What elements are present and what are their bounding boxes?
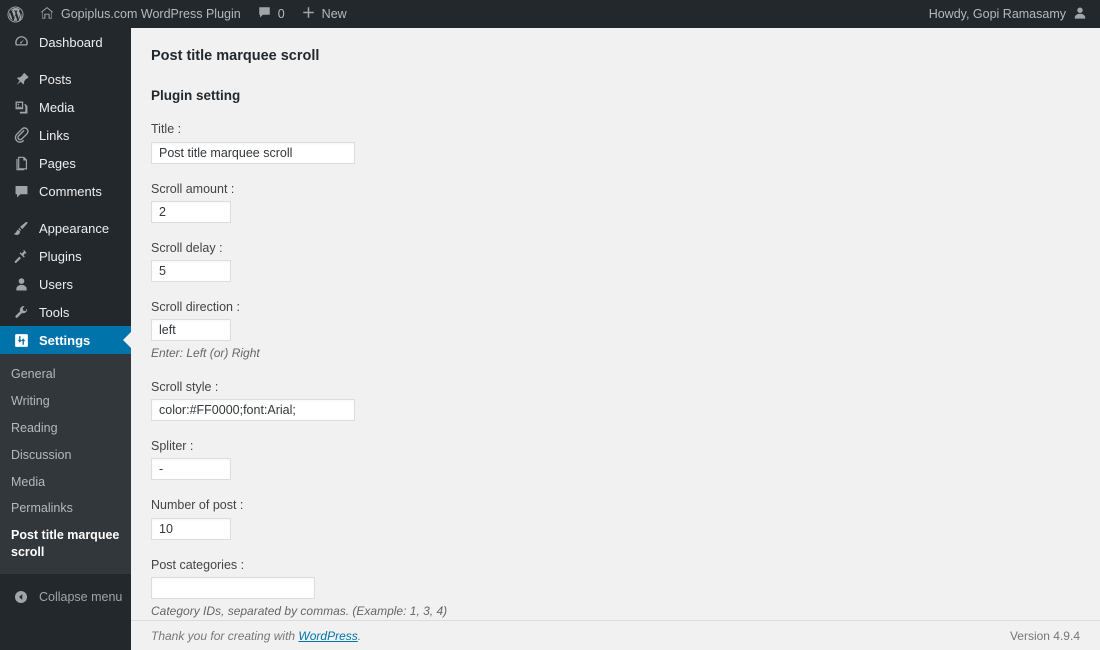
number-of-post-label: Number of post : — [151, 498, 244, 513]
comments-menu[interactable]: 0 — [249, 0, 293, 28]
admin-footer: Thank you for creating with WordPress. V… — [131, 620, 1100, 650]
site-name-label: Gopiplus.com WordPress Plugin — [61, 7, 241, 21]
sidebar-item-appearance[interactable]: Appearance — [0, 214, 131, 242]
collapse-menu-button[interactable]: Collapse menu — [0, 583, 131, 611]
spliter-input[interactable] — [151, 458, 231, 481]
section-title: Plugin setting — [151, 87, 241, 103]
sidebar-item-label: Pages — [39, 155, 76, 171]
settings-submenu: General Writing Reading Discussion Media… — [0, 354, 131, 574]
new-content-menu[interactable]: New — [293, 0, 355, 28]
sidebar-item-label: Dashboard — [39, 34, 103, 50]
scroll-style-input[interactable] — [151, 399, 355, 422]
home-icon — [39, 5, 55, 24]
new-content-label: New — [321, 7, 347, 21]
page-title: Post title marquee scroll — [151, 48, 320, 64]
spliter-label: Spliter : — [151, 439, 194, 454]
sidebar-item-plugins[interactable]: Plugins — [0, 242, 131, 270]
sidebar-item-tools[interactable]: Tools — [0, 298, 131, 326]
plugin-icon — [11, 246, 31, 266]
sidebar-item-links[interactable]: Links — [0, 121, 131, 149]
sidebar-item-pages[interactable]: Pages — [0, 149, 131, 177]
pages-icon — [11, 153, 31, 173]
sidebar-item-label: Media — [39, 99, 75, 115]
submenu-item-post-title-marquee-scroll[interactable]: Post title marquee scroll — [0, 522, 131, 566]
admin-sidebar: Dashboard Posts Media Links Pages Commen… — [0, 28, 131, 650]
comment-bubble-icon — [257, 5, 272, 23]
link-icon — [11, 125, 31, 145]
sidebar-separator — [0, 205, 131, 214]
media-icon — [11, 97, 31, 117]
content-area: Post title marquee scroll Plugin setting… — [131, 28, 1100, 650]
arrow-left-circle-icon — [11, 589, 31, 605]
dashboard-icon — [11, 32, 31, 52]
scroll-amount-input[interactable] — [151, 200, 231, 223]
sidebar-item-settings[interactable]: Settings — [0, 326, 131, 354]
comments-count: 0 — [277, 7, 285, 21]
sidebar-item-label: Settings — [39, 332, 91, 348]
post-categories-label: Post categories : — [151, 557, 245, 572]
title-input[interactable] — [151, 141, 355, 164]
footer-thanks-prefix: Thank you for creating with — [151, 628, 299, 643]
scroll-amount-label: Scroll amount : — [151, 181, 235, 196]
scroll-delay-label: Scroll delay : — [151, 240, 223, 255]
scroll-direction-label: Scroll direction : — [151, 300, 240, 315]
sidebar-item-media[interactable]: Media — [0, 93, 131, 121]
scroll-delay-input[interactable] — [151, 260, 231, 283]
site-name-menu[interactable]: Gopiplus.com WordPress Plugin — [31, 0, 249, 28]
settings-form-body: Post title marquee scroll Plugin setting… — [131, 28, 1100, 620]
submenu-item-writing[interactable]: Writing — [0, 388, 131, 415]
sidebar-item-label: Users — [39, 276, 73, 292]
sidebar-item-label: Tools — [39, 304, 70, 320]
title-label: Title : — [151, 122, 182, 137]
admin-bar: Gopiplus.com WordPress Plugin 0 New Howd… — [0, 0, 1100, 28]
number-of-post-input[interactable] — [151, 517, 231, 540]
comment-icon — [11, 181, 31, 201]
my-account-menu[interactable]: Howdy, Gopi Ramasamy — [921, 0, 1100, 28]
user-icon — [11, 274, 31, 294]
wordpress-logo-icon — [7, 6, 24, 23]
sidebar-separator — [0, 56, 131, 65]
scroll-style-label: Scroll style : — [151, 379, 219, 394]
sidebar-item-label: Links — [39, 127, 70, 143]
user-avatar-icon — [1072, 5, 1088, 24]
sidebar-item-label: Posts — [39, 71, 72, 87]
submenu-item-media[interactable]: Media — [0, 469, 131, 496]
scroll-direction-hint: Enter: Left (or) Right — [151, 346, 260, 361]
collapse-menu-label: Collapse menu — [39, 590, 123, 604]
post-categories-hint: Category IDs, separated by commas. (Exam… — [151, 603, 448, 618]
scroll-direction-input[interactable] — [151, 319, 231, 342]
post-categories-input[interactable] — [151, 576, 315, 599]
howdy-label: Howdy, Gopi Ramasamy — [928, 7, 1066, 21]
wrench-icon — [11, 302, 31, 322]
submenu-item-general[interactable]: General — [0, 361, 131, 388]
submenu-item-permalinks[interactable]: Permalinks — [0, 495, 131, 522]
sidebar-item-users[interactable]: Users — [0, 270, 131, 298]
settings-icon — [11, 330, 31, 350]
footer-thanks: Thank you for creating with WordPress. — [151, 629, 361, 643]
sidebar-item-posts[interactable]: Posts — [0, 65, 131, 93]
footer-thanks-suffix: . — [357, 628, 362, 643]
brush-icon — [11, 218, 31, 238]
sidebar-item-label: Plugins — [39, 248, 82, 264]
sidebar-item-label: Comments — [39, 183, 102, 199]
footer-version: Version 4.9.4 — [1009, 628, 1080, 643]
sidebar-item-label: Appearance — [39, 220, 110, 236]
wordpress-logo-button[interactable] — [0, 0, 31, 28]
submenu-item-discussion[interactable]: Discussion — [0, 442, 131, 469]
sidebar-item-dashboard[interactable]: Dashboard — [0, 28, 131, 56]
plus-icon — [301, 5, 316, 23]
sidebar-item-comments[interactable]: Comments — [0, 177, 131, 205]
submenu-item-reading[interactable]: Reading — [0, 415, 131, 442]
pin-icon — [11, 69, 31, 89]
wordpress-link[interactable]: WordPress — [298, 629, 357, 643]
